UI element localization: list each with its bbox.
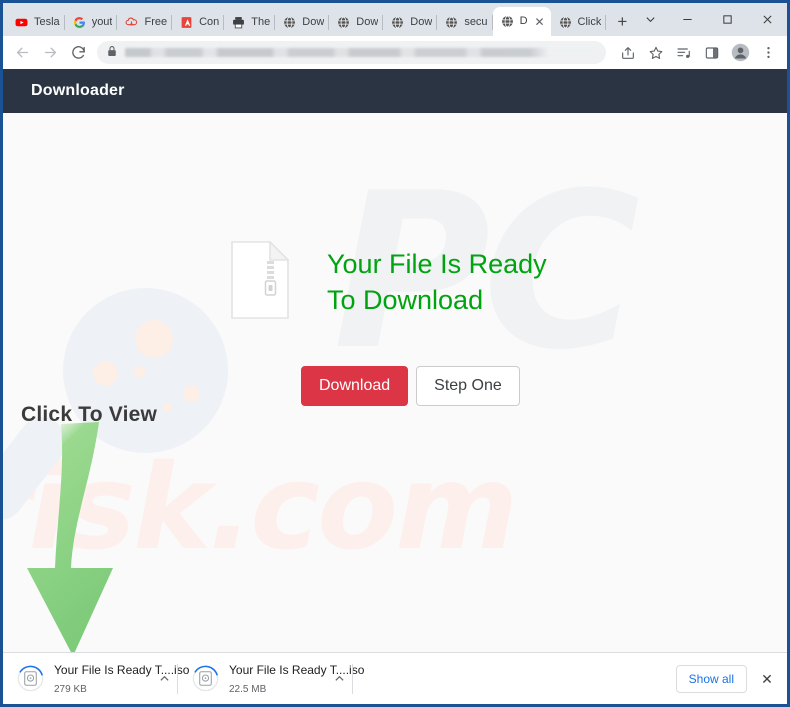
share-icon[interactable]: [615, 40, 641, 66]
new-tab-button[interactable]: +: [609, 9, 635, 35]
address-bar[interactable]: [97, 41, 606, 64]
decorative-dot: [135, 320, 173, 358]
globe-favicon: [500, 14, 515, 29]
minimize-icon[interactable]: [667, 3, 707, 36]
green-curved-down-arrow-icon: [13, 418, 163, 652]
browser-tab-the[interactable]: The: [224, 8, 276, 36]
iso-disc-icon: [17, 665, 44, 692]
step-one-button[interactable]: Step One: [416, 366, 520, 407]
browser-toolbar: [3, 36, 787, 69]
printer-favicon: [231, 15, 246, 30]
shelf-actions: Show all ✕: [675, 653, 779, 705]
browser-tab-tesla[interactable]: Tesla: [7, 8, 65, 36]
decorative-dot: [93, 361, 118, 386]
page-title: Downloader: [31, 82, 125, 99]
browser-tab-con[interactable]: Con: [172, 8, 225, 36]
download-meta: Your File Is Ready T....iso 279 KB: [54, 661, 189, 697]
globe-favicon: [444, 15, 459, 30]
tab-label: Dow: [356, 15, 379, 28]
browser-tab-dow-3[interactable]: Dow: [383, 8, 438, 36]
downloads-shelf: Your File Is Ready T....iso 279 KB Your …: [3, 652, 787, 704]
tab-label: Click: [577, 15, 602, 28]
site-header: Downloader: [3, 69, 787, 113]
browser-tab-dow-1[interactable]: Dow: [275, 8, 330, 36]
page-content: PC risk.com Your File Is Ready To Downlo…: [3, 113, 787, 652]
tab-label: The: [251, 15, 271, 28]
ready-heading: Your File Is Ready To Download: [327, 249, 547, 315]
tab-search-chevron-down-icon[interactable]: [633, 3, 667, 36]
decorative-dot: [183, 385, 200, 402]
download-filesize: 279 KB: [54, 683, 87, 695]
download-item[interactable]: Your File Is Ready T....iso 279 KB: [3, 653, 189, 705]
globe-favicon: [558, 15, 573, 30]
iso-disc-icon: [192, 665, 219, 692]
star-icon[interactable]: [643, 40, 669, 66]
tab-label: Tesla: [34, 15, 60, 28]
youtube-favicon: [14, 15, 29, 30]
browser-tab-free[interactable]: Free: [117, 8, 172, 36]
profile-avatar[interactable]: [727, 40, 753, 66]
show-all-button[interactable]: Show all: [675, 665, 747, 693]
download-meta: Your File Is Ready T....iso 22.5 MB: [229, 661, 364, 697]
back-arrow-icon[interactable]: [9, 40, 35, 66]
maximize-icon[interactable]: [707, 3, 747, 36]
browser-tab-click[interactable]: Click: [551, 8, 607, 36]
close-window-icon[interactable]: [747, 3, 787, 36]
tab-label: Dow: [410, 15, 433, 28]
url-text-redacted[interactable]: [125, 48, 596, 57]
forward-arrow-icon[interactable]: [37, 40, 63, 66]
chevron-up-icon[interactable]: [329, 673, 349, 684]
browser-tab-active-downloader[interactable]: D ✕: [492, 7, 551, 36]
three-dot-menu-icon[interactable]: [755, 40, 781, 66]
tab-label: Dow: [302, 15, 325, 28]
browser-tab-secu[interactable]: secu: [437, 8, 493, 36]
cloud-download-favicon: [124, 15, 139, 30]
tab-label: yout: [91, 15, 113, 28]
globe-favicon: [336, 15, 351, 30]
red-doc-favicon: [179, 15, 194, 30]
browser-tab-dow-2[interactable]: Dow: [329, 8, 384, 36]
browser-window: Tesla yout Free Con The Dow Dow Dow secu…: [0, 0, 790, 707]
tab-label: Free: [144, 15, 168, 28]
download-button[interactable]: Download: [301, 366, 409, 407]
globe-favicon: [390, 15, 405, 30]
zip-file-icon: [231, 240, 290, 324]
download-filesize: 22.5 MB: [229, 683, 267, 695]
decorative-dot: [163, 403, 172, 412]
chevron-up-icon[interactable]: [154, 673, 174, 684]
decorative-dot: [134, 366, 146, 378]
browser-tab-youtube[interactable]: yout: [65, 8, 118, 36]
globe-favicon: [282, 15, 297, 30]
media-list-icon[interactable]: [671, 40, 697, 66]
reload-icon[interactable]: [65, 40, 91, 66]
click-to-view-label: Click To View: [21, 403, 158, 426]
close-shelf-icon[interactable]: ✕: [755, 667, 779, 691]
window-controls: [633, 3, 787, 36]
page-viewport: Downloader PC risk.com Your File Is Read…: [3, 69, 787, 652]
hero-block: Your File Is Ready To Download: [231, 240, 577, 324]
tab-strip: Tesla yout Free Con The Dow Dow Dow secu…: [3, 3, 787, 36]
google-favicon: [72, 15, 87, 30]
close-icon[interactable]: ✕: [533, 15, 547, 29]
tab-label: Con: [199, 15, 220, 28]
side-panel-icon[interactable]: [699, 40, 725, 66]
tab-label: D: [519, 15, 528, 27]
download-item[interactable]: Your File Is Ready T....iso 22.5 MB: [178, 653, 364, 705]
action-buttons: Download Step One: [301, 366, 520, 407]
lock-icon: [107, 44, 117, 62]
tab-label: secu: [464, 15, 488, 28]
